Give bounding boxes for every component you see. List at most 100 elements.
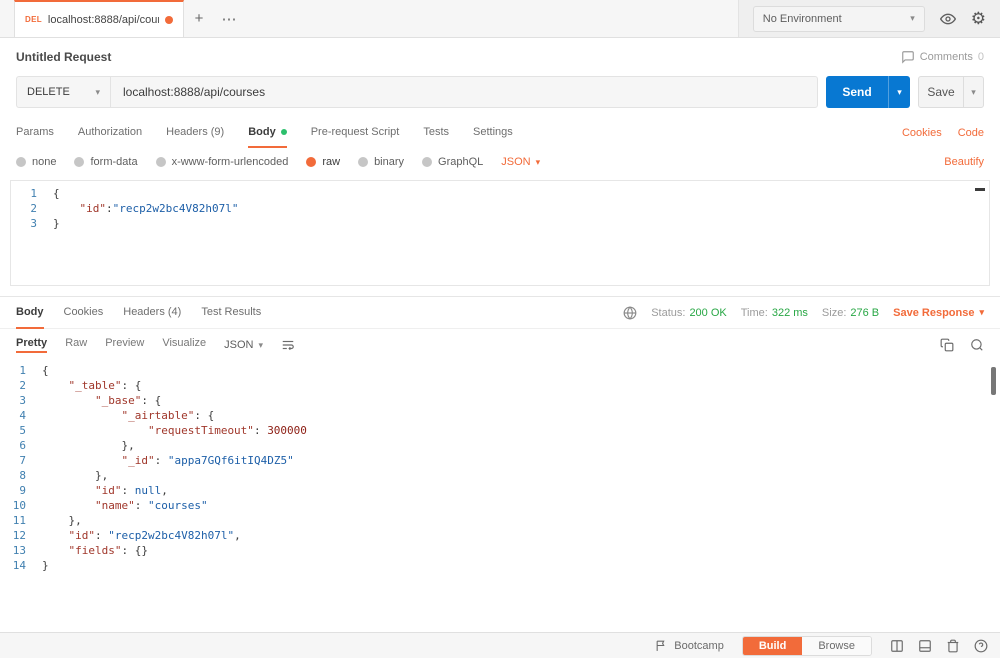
body-type-none[interactable]: none [16, 156, 56, 168]
build-toggle[interactable]: Build [742, 636, 803, 655]
body-type-label: form-data [90, 156, 138, 168]
line-number: 5 [19, 424, 26, 437]
response-body-viewer[interactable]: 1{2 "_table": {3 "_base": {4 "_airtable"… [0, 359, 1000, 573]
response-format-selector[interactable]: JSON ▾ [224, 339, 263, 351]
body-type-graphql[interactable]: GraphQL [422, 156, 483, 168]
browse-toggle[interactable]: Browse [802, 636, 871, 655]
code-line: 6 }, [0, 438, 1000, 453]
body-type-raw[interactable]: raw [306, 156, 340, 168]
status-pair: Status: 200 OK [651, 307, 727, 319]
save-button[interactable]: Save [919, 77, 963, 107]
code-text: { [42, 364, 49, 377]
tab-settings[interactable]: Settings [473, 118, 513, 148]
line-number: 3 [30, 217, 37, 230]
comments-label: Comments [919, 51, 973, 63]
two-pane-view-icon[interactable] [890, 639, 904, 653]
url-value: localhost:8888/api/courses [123, 85, 266, 99]
chevron-down-icon: ▾ [535, 156, 541, 167]
network-globe-icon[interactable] [623, 305, 637, 320]
request-tab[interactable]: DEL localhost:8888/api/courses [14, 0, 184, 37]
code-text: "id": null, [94, 484, 168, 497]
method-selector[interactable]: DELETE ▾ [17, 77, 111, 107]
response-tab-cookies[interactable]: Cookies [64, 297, 104, 329]
request-body-code: 1{2 "id":"recp2w2bc4V82h07l" 3} [11, 186, 989, 231]
line-number: 1 [30, 187, 37, 200]
raw-format-selector[interactable]: JSON ▾ [501, 156, 540, 168]
tab-method-label: DEL [25, 15, 42, 24]
view-preview[interactable]: Preview [105, 337, 144, 353]
trash-icon[interactable] [946, 639, 960, 653]
response-toolbar-right [940, 338, 984, 352]
send-button[interactable]: Send [826, 76, 888, 108]
response-tab-headers[interactable]: Headers (4) [123, 297, 181, 329]
body-type-x-www-form-urlencoded[interactable]: x-www-form-urlencoded [155, 156, 288, 168]
view-pretty[interactable]: Pretty [16, 337, 48, 353]
code-text: "_table": { [68, 379, 142, 392]
bootcamp-button[interactable]: Bootcamp [655, 639, 724, 652]
tab-tests[interactable]: Tests [423, 118, 449, 148]
tab-authorization[interactable]: Authorization [78, 118, 142, 148]
body-type-binary[interactable]: binary [358, 156, 404, 168]
response-scrollbar[interactable] [991, 367, 996, 395]
body-type-label: none [32, 156, 57, 168]
topbar-right: No Environment ▾ ⚙ [737, 0, 1000, 37]
line-number: 4 [19, 409, 26, 422]
tab-menu-button[interactable]: ⋯ [214, 0, 244, 37]
code-line: 7 "_id": "appa7GQf6itIQ4DZ5" [0, 453, 1000, 468]
response-header: Body Cookies Headers (4) Test Results St… [0, 297, 1000, 329]
response-tab-body[interactable]: Body [16, 297, 44, 329]
save-response-label: Save Response [893, 306, 975, 319]
code-text: "_id": "appa7GQf6itIQ4DZ5" [121, 454, 294, 467]
tab-body[interactable]: Body [248, 118, 287, 148]
radio-icon [155, 157, 166, 167]
save-response-button[interactable]: Save Response ▾ [893, 307, 984, 319]
line-number: 10 [12, 499, 26, 512]
line-number: 13 [12, 544, 26, 557]
response-section: Body Cookies Headers (4) Test Results St… [0, 296, 1000, 573]
save-options-button[interactable]: ▾ [963, 77, 983, 107]
code-text: "id":"recp2w2bc4V82h07l" [79, 202, 239, 215]
radio-selected-icon [306, 157, 317, 167]
request-body-editor[interactable]: 1{2 "id":"recp2w2bc4V82h07l" 3} [10, 180, 990, 286]
tab-url-label: localhost:8888/api/courses [47, 13, 159, 26]
body-type-form-data[interactable]: form-data [74, 156, 138, 168]
copy-icon[interactable] [940, 338, 954, 352]
beautify-link[interactable]: Beautify [944, 156, 984, 168]
send-options-button[interactable]: ▾ [888, 76, 910, 108]
code-text: }, [42, 439, 135, 452]
chevron-down-icon: ▾ [95, 86, 100, 97]
environment-quick-look-icon[interactable] [939, 11, 956, 27]
environment-selector[interactable]: No Environment ▾ [752, 5, 925, 32]
url-input[interactable]: localhost:8888/api/courses [111, 77, 817, 107]
code-text: } [53, 217, 60, 230]
help-icon[interactable] [974, 639, 988, 653]
code-link[interactable]: Code [958, 127, 984, 139]
new-tab-button[interactable]: + [184, 0, 214, 37]
line-number: 2 [19, 379, 26, 392]
settings-gear-icon[interactable]: ⚙ [971, 10, 986, 27]
status-value: 200 OK [689, 306, 727, 319]
chevron-down-icon: ▾ [971, 86, 976, 97]
console-panel-icon[interactable] [918, 639, 932, 653]
wrap-lines-icon[interactable] [281, 338, 295, 352]
code-line: 11 }, [0, 513, 1000, 528]
view-raw[interactable]: Raw [65, 337, 87, 353]
line-number: 3 [19, 394, 26, 407]
line-number: 2 [30, 202, 37, 215]
tab-pre-request-script[interactable]: Pre-request Script [311, 118, 400, 148]
save-button-group: Save ▾ [918, 76, 984, 108]
chevron-down-icon: ▾ [979, 307, 984, 317]
body-present-dot [280, 129, 287, 135]
comments-button[interactable]: Comments 0 [901, 50, 984, 64]
tab-params[interactable]: Params [16, 118, 54, 148]
cookies-link[interactable]: Cookies [902, 127, 942, 139]
request-header: Untitled Request Comments 0 [0, 38, 1000, 68]
raw-format-label: JSON [501, 156, 531, 168]
size-label: Size: [821, 306, 847, 319]
tab-headers[interactable]: Headers (9) [166, 118, 224, 148]
search-icon[interactable] [970, 338, 984, 352]
response-format-label: JSON [224, 339, 254, 351]
response-tab-test-results[interactable]: Test Results [201, 297, 261, 329]
view-visualize[interactable]: Visualize [162, 337, 206, 353]
editor-scrollbar[interactable] [975, 188, 985, 191]
